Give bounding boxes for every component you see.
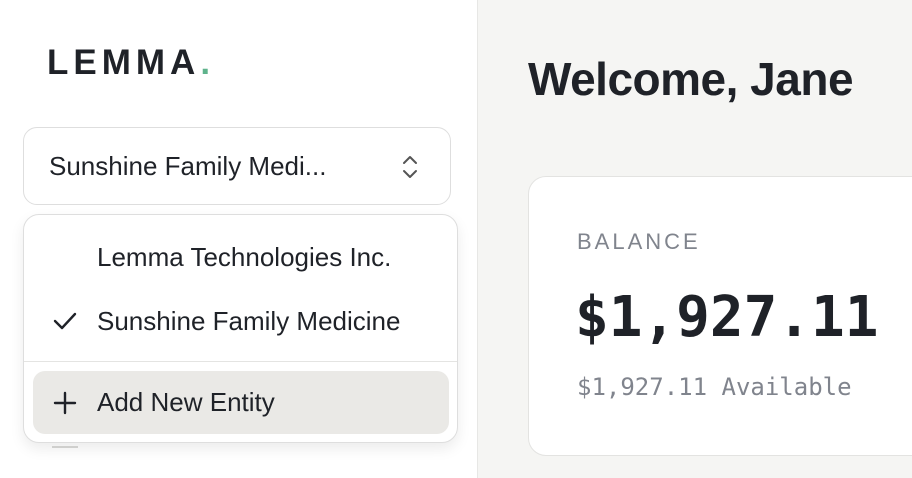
app-root: LEMMA. Sunshine Family Medi... Lemma Tec… — [0, 0, 912, 478]
entity-option-sunshine-family-medicine[interactable]: Sunshine Family Medicine — [24, 290, 457, 352]
check-icon — [53, 312, 77, 330]
balance-label: BALANCE — [577, 229, 701, 254]
balance-card: BALANCE $1,927.11 $1,927.11 Available — [528, 176, 912, 456]
sidebar: LEMMA. Sunshine Family Medi... Lemma Tec… — [0, 0, 478, 478]
page-title: Welcome, Jane — [528, 53, 854, 105]
main-content: Welcome, Jane BALANCE $1,927.11 $1,927.1… — [478, 0, 912, 478]
brand-logo[interactable]: LEMMA. — [47, 44, 215, 82]
entity-option-label: Sunshine Family Medicine — [97, 305, 401, 336]
entity-selector-label: Sunshine Family Medi... — [49, 150, 327, 181]
add-new-entity-label: Add New Entity — [97, 387, 275, 417]
logo-dot: . — [200, 43, 216, 82]
balance-available: $1,927.11 Available — [577, 373, 852, 401]
logo-text: LEMMA — [47, 43, 201, 82]
entity-option-lemma-technologies[interactable]: Lemma Technologies Inc. — [24, 226, 457, 288]
plus-icon — [53, 391, 77, 415]
add-new-entity-button[interactable]: Add New Entity — [33, 371, 449, 434]
hidden-menu-icon-peek — [52, 446, 78, 448]
dropdown-divider — [24, 361, 457, 362]
chevron-up-down-icon — [403, 156, 417, 178]
entity-dropdown-menu: Lemma Technologies Inc. Sunshine Family … — [23, 214, 458, 443]
balance-amount: $1,927.11 — [575, 285, 879, 350]
entity-selector[interactable]: Sunshine Family Medi... — [23, 127, 451, 205]
entity-option-label: Lemma Technologies Inc. — [97, 241, 392, 272]
